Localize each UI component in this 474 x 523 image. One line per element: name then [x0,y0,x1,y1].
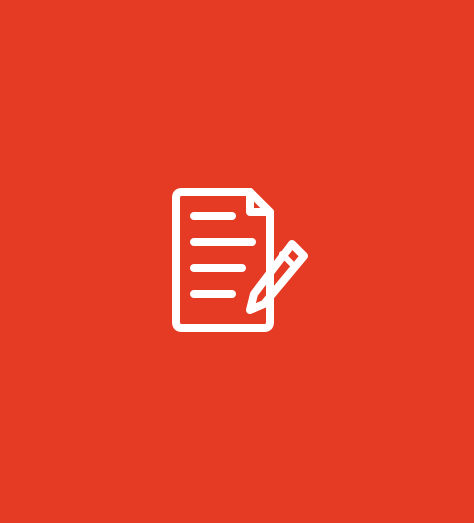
app-tile[interactable] [0,0,474,523]
document-edit-icon [160,180,320,340]
pencil-body [246,240,308,314]
pencil-band [279,251,297,269]
